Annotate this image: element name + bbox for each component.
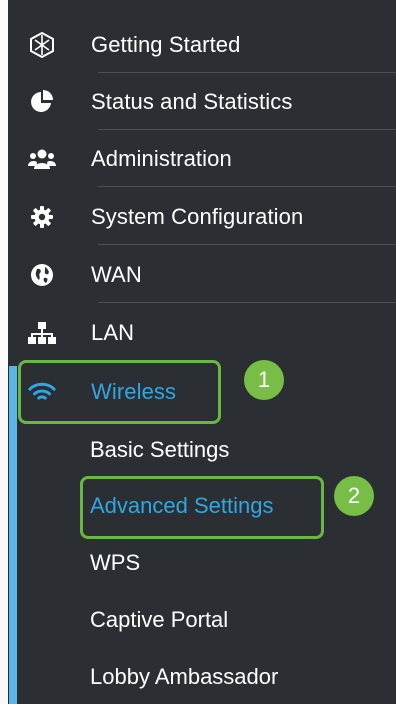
menu-item-lan[interactable]: LAN [8,304,396,361]
menu-item-label: LAN [91,319,135,345]
submenu-item-captive-portal[interactable]: Captive Portal [90,607,228,633]
menu-item-label: Administration [91,145,232,171]
menu-item-label: Status and Statistics [91,88,293,114]
callout-badge-1: 1 [244,360,284,400]
menu-item-label: Getting Started [91,31,241,57]
divider [98,186,396,187]
callout-badge-2: 2 [334,476,374,516]
network-icon [28,319,56,347]
callout-highlight-advanced-settings [80,476,324,539]
callout-highlight-wireless [18,360,221,424]
menu-item-wan[interactable]: WAN [8,246,396,303]
submenu-item-lobby-ambassador[interactable]: Lobby Ambassador [90,664,278,690]
globe-icon [28,261,56,289]
menu-item-getting-started[interactable]: Getting Started [8,16,396,73]
divider [98,302,396,303]
menu-item-administration[interactable]: Administration [8,130,396,187]
submenu-item-wps[interactable]: WPS [90,550,140,576]
getting-started-icon [28,31,56,59]
users-icon [28,145,56,173]
divider [98,244,396,245]
menu-item-label: WAN [91,261,142,287]
submenu-item-basic-settings[interactable]: Basic Settings [90,437,229,463]
menu-item-system-configuration[interactable]: System Configuration [8,188,396,245]
pie-chart-icon [28,88,56,116]
menu-item-label: System Configuration [91,203,304,229]
gear-icon [28,203,56,231]
menu-item-status-and-statistics[interactable]: Status and Statistics [8,73,396,130]
